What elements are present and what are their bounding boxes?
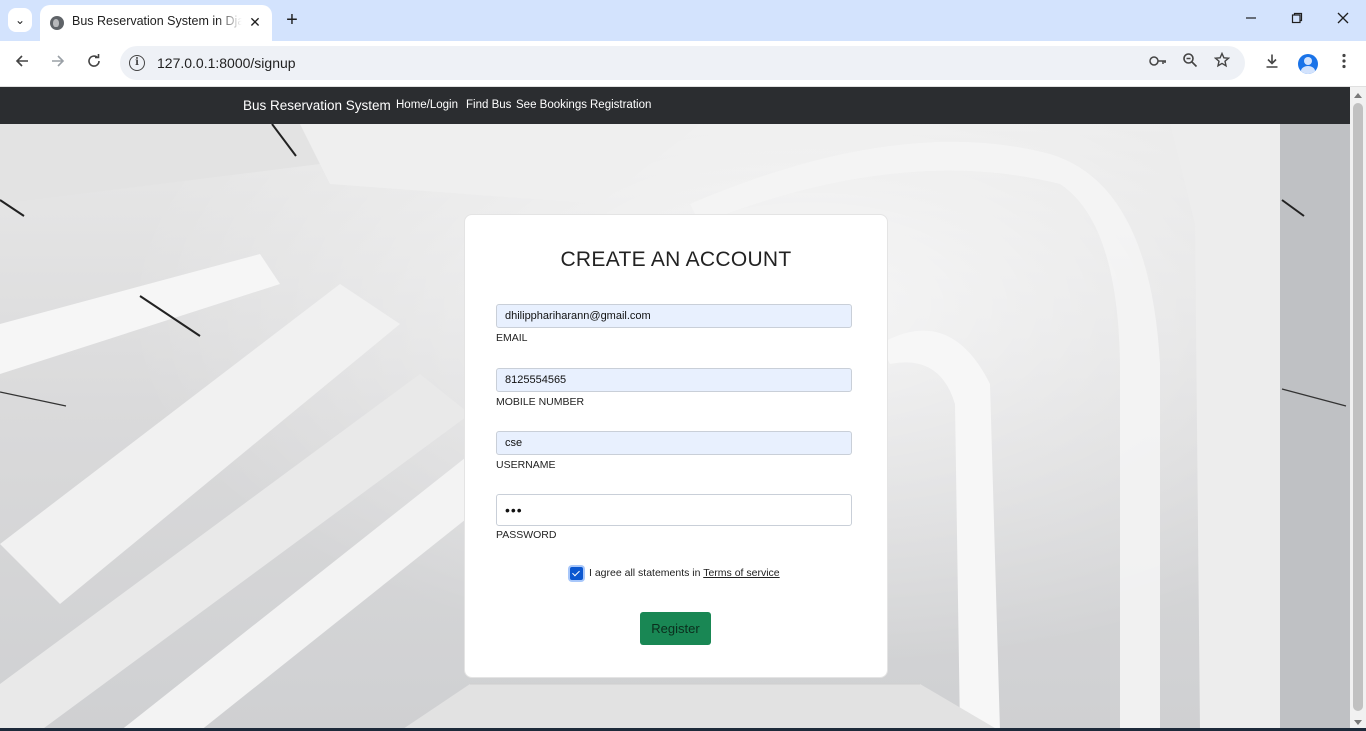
nav-link-home-login[interactable]: Home/Login xyxy=(396,99,458,111)
nav-link-registration[interactable]: Registration xyxy=(590,99,651,111)
forward-icon[interactable] xyxy=(45,51,71,77)
agree-row: I agree all statements in Terms of servi… xyxy=(570,565,780,581)
scroll-down-icon[interactable] xyxy=(1354,720,1362,725)
browser-toolbar: i 127.0.0.1:8000/signup xyxy=(0,41,1366,87)
scroll-thumb[interactable] xyxy=(1353,103,1363,711)
zoom-icon[interactable] xyxy=(1179,52,1201,74)
minimize-icon[interactable] xyxy=(1236,8,1266,32)
tab-close-icon[interactable]: ✕ xyxy=(246,13,264,31)
mobile-number-field[interactable] xyxy=(496,368,852,392)
page-scrollbar[interactable] xyxy=(1350,87,1366,731)
agree-checkbox[interactable] xyxy=(570,566,583,580)
info-icon[interactable]: i xyxy=(129,55,145,71)
nav-link-see-bookings[interactable]: See Bookings xyxy=(516,99,587,111)
signup-card: CREATE AN ACCOUNT EMAIL MOBILE NUMBER US… xyxy=(464,214,888,678)
username-field[interactable] xyxy=(496,431,852,455)
back-icon[interactable] xyxy=(9,51,35,77)
site-navbar: Bus Reservation System Home/Login Find B… xyxy=(0,87,1350,124)
mobile-number-label: MOBILE NUMBER xyxy=(496,396,585,408)
restore-icon[interactable] xyxy=(1282,8,1312,32)
new-tab-button[interactable]: + xyxy=(281,9,303,31)
reload-icon[interactable] xyxy=(81,51,107,77)
download-icon[interactable] xyxy=(1259,51,1285,77)
menu-icon[interactable] xyxy=(1331,51,1357,77)
star-icon[interactable] xyxy=(1211,51,1233,74)
key-icon[interactable] xyxy=(1147,52,1169,74)
nav-link-find-bus[interactable]: Find Bus xyxy=(466,99,511,111)
address-bar[interactable]: i 127.0.0.1:8000/signup xyxy=(120,46,1245,80)
scroll-up-icon[interactable] xyxy=(1354,93,1362,98)
profile-icon[interactable] xyxy=(1298,54,1318,74)
url-text[interactable]: 127.0.0.1:8000/signup xyxy=(157,55,296,71)
browser-tab-strip: ⌄ Bus Reservation System in Django ✕ + xyxy=(0,0,1366,41)
globe-icon xyxy=(50,16,64,30)
email-label: EMAIL xyxy=(496,332,528,344)
page-viewport: Bus Reservation System Home/Login Find B… xyxy=(0,87,1350,731)
close-window-icon[interactable] xyxy=(1328,8,1358,32)
tab-title: Bus Reservation System in Django xyxy=(72,14,242,28)
page-title: CREATE AN ACCOUNT xyxy=(560,248,792,271)
email-field[interactable] xyxy=(496,304,852,328)
browser-tab[interactable]: Bus Reservation System in Django ✕ xyxy=(40,5,272,41)
tab-search-chevron-down-icon[interactable]: ⌄ xyxy=(8,8,32,32)
navbar-brand[interactable]: Bus Reservation System xyxy=(243,98,391,113)
register-button[interactable]: Register xyxy=(640,612,711,645)
terms-of-service-link[interactable]: Terms of service xyxy=(703,567,779,579)
username-label: USERNAME xyxy=(496,459,556,471)
password-label: PASSWORD xyxy=(496,529,557,541)
agree-text: I agree all statements in xyxy=(589,567,701,579)
password-field[interactable] xyxy=(496,494,852,526)
